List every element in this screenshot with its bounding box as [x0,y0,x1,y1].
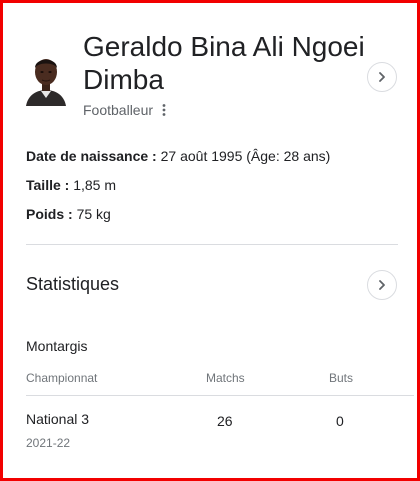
player-occupation: Footballeur [83,102,169,118]
chevron-right-icon [379,72,385,82]
row-goals: 0 [336,413,344,429]
column-header-goals: Buts [329,371,354,385]
fact-birthdate: Date de naissance : 27 août 1995 (Âge: 2… [26,146,330,175]
fact-label: Poids : [26,206,73,222]
stats-expand-button[interactable] [367,270,397,300]
fact-weight: Poids : 75 kg [26,204,330,233]
column-header-matches: Matchs [206,371,245,385]
table-header-divider [26,395,414,396]
stats-title[interactable]: Statistiques [26,274,119,295]
fact-label: Date de naissance : [26,148,157,164]
fact-value: 1,85 m [73,177,117,193]
row-season: 2021-22 [26,436,71,450]
avatar[interactable] [24,50,68,106]
profile-expand-button[interactable] [367,62,397,92]
row-matches: 26 [217,413,233,429]
fact-value: 75 kg [76,206,111,222]
team-name: Montargis [26,338,88,354]
more-options-icon[interactable] [159,103,169,117]
fact-label: Taille : [26,177,70,193]
fact-value: 27 août 1995 (Âge: 28 ans) [160,148,331,164]
fact-height: Taille : 1,85 m [26,175,330,204]
section-divider [26,244,398,245]
column-header-competition: Championnat [26,371,98,385]
player-name: Geraldo Bina Ali Ngoei Dimba [83,31,365,95]
occupation-label: Footballeur [83,102,154,118]
chevron-right-icon [379,280,385,290]
row-competition: National 3 [26,411,90,427]
player-facts: Date de naissance : 27 août 1995 (Âge: 2… [26,146,330,233]
